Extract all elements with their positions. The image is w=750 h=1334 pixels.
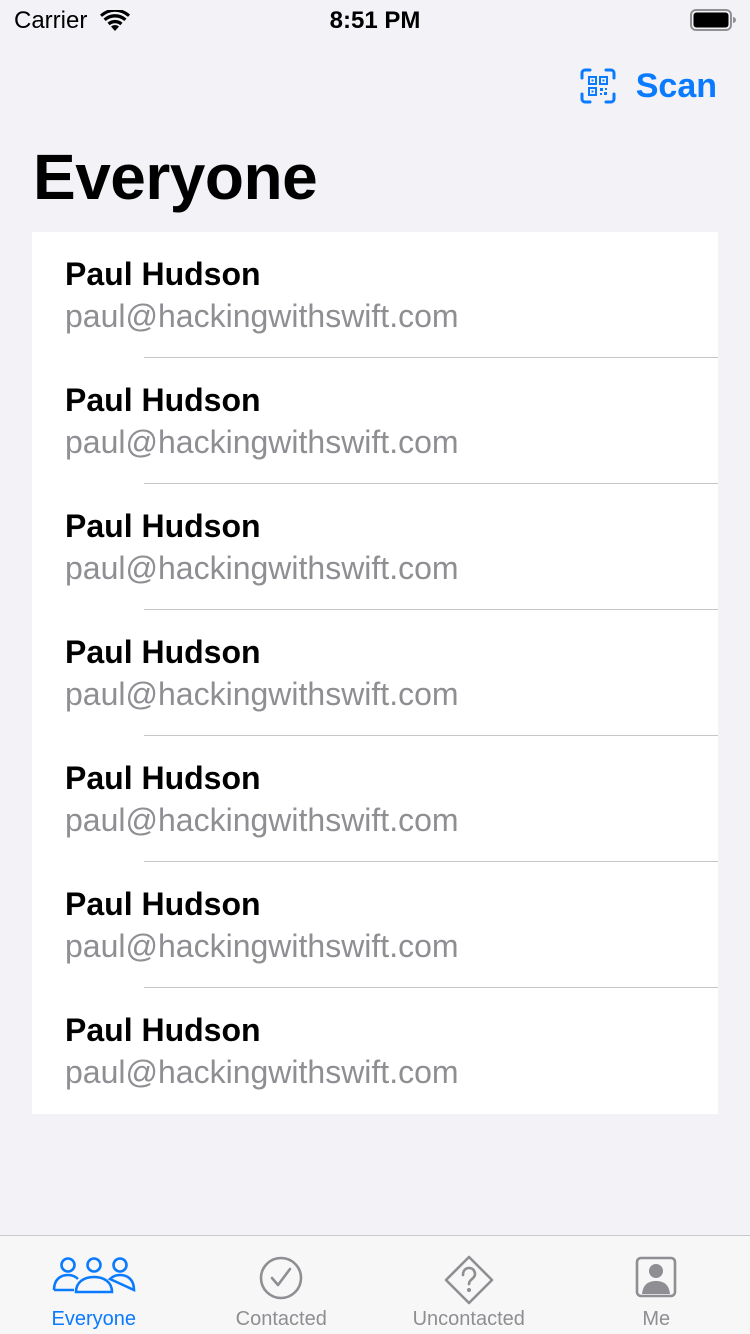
tab-everyone[interactable]: Everyone bbox=[0, 1236, 188, 1334]
battery-icon bbox=[690, 9, 736, 31]
person-name: Paul Hudson bbox=[65, 256, 261, 292]
person-row[interactable]: Paul Hudson paul@hackingwithswift.com bbox=[32, 736, 718, 862]
person-row[interactable]: Paul Hudson paul@hackingwithswift.com bbox=[32, 358, 718, 484]
person-name: Paul Hudson bbox=[65, 508, 261, 544]
person-row[interactable]: Paul Hudson paul@hackingwithswift.com bbox=[32, 610, 718, 736]
person-row[interactable]: Paul Hudson paul@hackingwithswift.com bbox=[32, 862, 718, 988]
status-bar: Carrier 8:51 PM bbox=[0, 0, 750, 40]
person-3-icon bbox=[52, 1257, 136, 1294]
app-screen: Carrier 8:51 PM Scan Everyone Paul Hudso… bbox=[0, 0, 750, 1334]
scan-button[interactable]: Scan bbox=[580, 64, 717, 108]
person-name: Paul Hudson bbox=[65, 1012, 261, 1048]
person-email: paul@hackingwithswift.com bbox=[65, 298, 459, 334]
qrcode-viewfinder-icon bbox=[580, 68, 616, 104]
tab-me[interactable]: Me bbox=[563, 1236, 750, 1334]
person-row[interactable]: Paul Hudson paul@hackingwithswift.com bbox=[32, 232, 718, 358]
person-email: paul@hackingwithswift.com bbox=[65, 676, 459, 712]
tab-label: Uncontacted bbox=[412, 1308, 525, 1330]
person-email: paul@hackingwithswift.com bbox=[65, 1054, 459, 1090]
person-email: paul@hackingwithswift.com bbox=[65, 550, 459, 586]
tab-label: Contacted bbox=[235, 1308, 327, 1330]
tab-uncontacted[interactable]: Uncontacted bbox=[375, 1236, 563, 1334]
person-name: Paul Hudson bbox=[65, 886, 261, 922]
scan-label: Scan bbox=[635, 66, 717, 105]
people-list: Paul Hudson paul@hackingwithswift.com Pa… bbox=[32, 232, 718, 1114]
page-title: Everyone bbox=[33, 141, 318, 213]
tab-bar: Everyone Contacted Uncontacted Me bbox=[0, 1235, 750, 1334]
person-name: Paul Hudson bbox=[65, 634, 261, 670]
tab-label: Everyone bbox=[51, 1308, 137, 1330]
clock-time: 8:51 PM bbox=[329, 7, 421, 34]
person-row[interactable]: Paul Hudson paul@hackingwithswift.com bbox=[32, 484, 718, 610]
person-name: Paul Hudson bbox=[65, 382, 261, 418]
checkmark-circle-icon bbox=[259, 1256, 303, 1300]
tab-label: Me bbox=[642, 1308, 671, 1330]
person-row[interactable]: Paul Hudson paul@hackingwithswift.com bbox=[32, 988, 718, 1114]
person-crop-square-icon bbox=[635, 1256, 677, 1298]
person-name: Paul Hudson bbox=[65, 760, 261, 796]
person-email: paul@hackingwithswift.com bbox=[65, 802, 459, 838]
person-email: paul@hackingwithswift.com bbox=[65, 424, 459, 460]
tab-contacted[interactable]: Contacted bbox=[188, 1236, 376, 1334]
person-email: paul@hackingwithswift.com bbox=[65, 928, 459, 964]
questionmark-diamond-icon bbox=[444, 1255, 494, 1305]
